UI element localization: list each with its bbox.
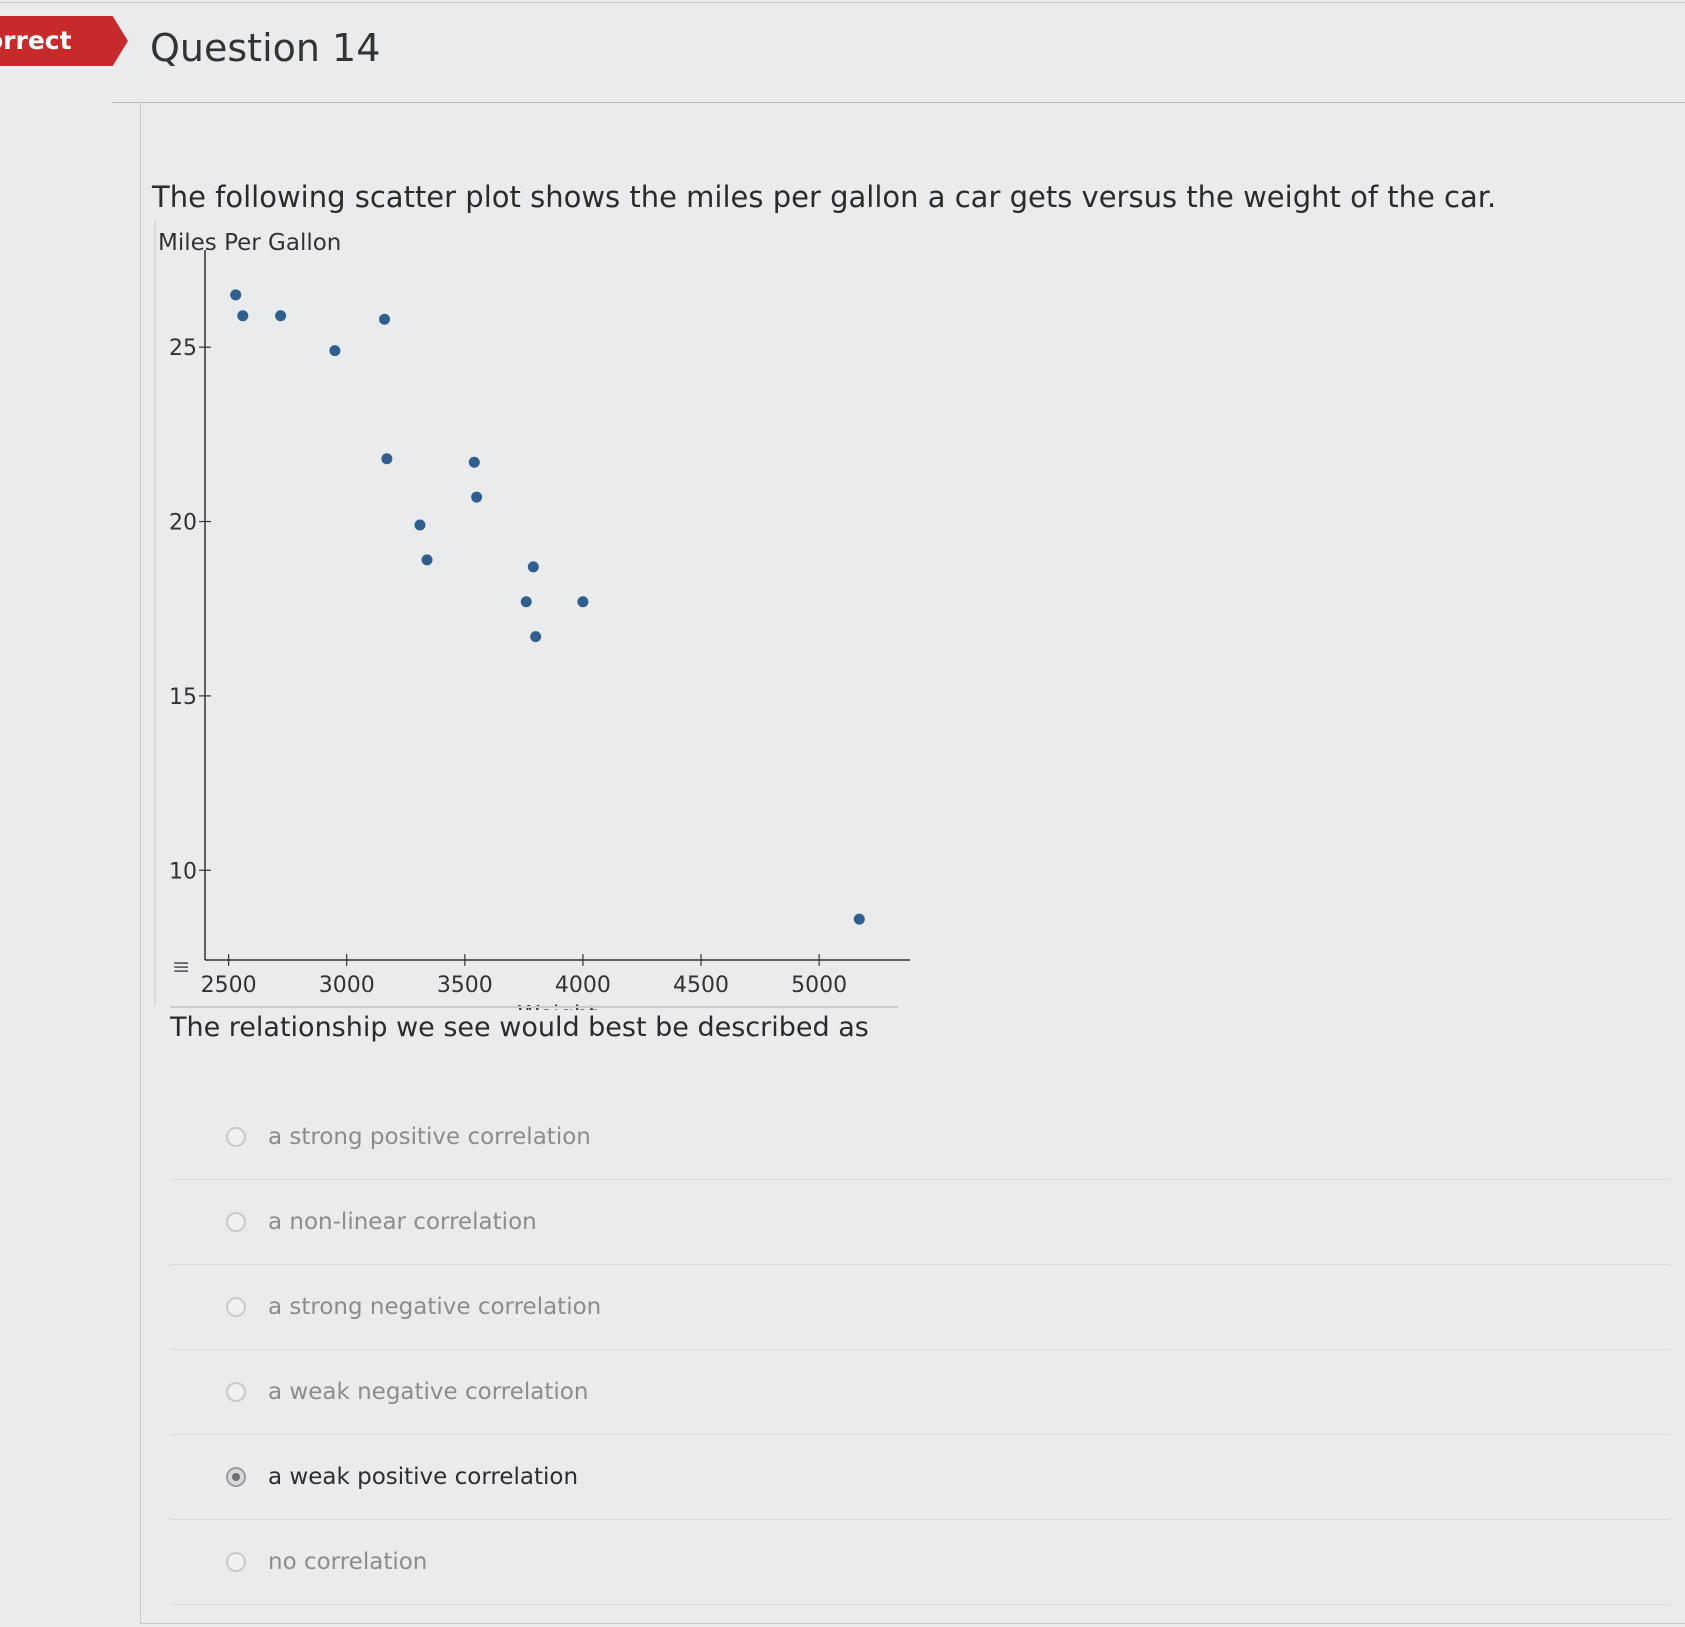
x-tick-label: 3000 [319,973,375,998]
x-tick-label: 4000 [555,973,611,998]
answer-option[interactable]: a non-linear correlation [170,1180,1670,1265]
top-divider [0,2,1685,3]
answer-option-label: a strong negative correlation [268,1294,602,1320]
menu-lines-icon[interactable]: ≡ [172,955,190,980]
answer-option[interactable]: no correlation [170,1520,1670,1605]
x-tick-label: 3500 [437,973,493,998]
data-point [230,289,242,301]
answer-option[interactable]: a weak positive correlation [170,1435,1670,1520]
data-point [471,491,483,503]
y-axis-label: Miles Per Gallon [158,230,341,256]
data-point [237,310,249,322]
question-title: Question 14 [150,26,381,70]
answer-option[interactable]: a strong positive correlation [170,1095,1670,1180]
data-point [468,456,480,468]
answer-option[interactable]: a weak negative correlation [170,1350,1670,1435]
data-point [527,561,539,573]
chart-svg: Miles Per Gallon 10 15 20 25 2500 3000 3500 4000… [154,220,910,1010]
radio-button[interactable] [226,1212,246,1232]
data-point [853,913,865,925]
data-point [577,596,589,608]
chart-divider [170,1006,898,1008]
answer-option-label: a non-linear correlation [268,1209,537,1235]
radio-button[interactable] [226,1297,246,1317]
answer-option-label: a weak positive correlation [268,1464,579,1490]
answer-option[interactable]: a strong negative correlation [170,1265,1670,1350]
x-tick-label: 5000 [791,973,847,998]
y-tick-label: 25 [169,336,197,361]
x-tick-label: 4500 [673,973,729,998]
answer-option-label: a strong positive correlation [268,1124,591,1150]
radio-button[interactable] [226,1467,246,1487]
data-point [381,453,393,465]
y-tick-label: 10 [169,859,197,884]
data-point [329,345,341,357]
answer-option-label: a weak negative correlation [268,1379,589,1405]
y-tick-label: 15 [169,685,197,710]
radio-button[interactable] [226,1382,246,1402]
data-point [379,313,391,325]
answer-option-label: no correlation [268,1549,428,1575]
data-point [414,519,426,531]
radio-button[interactable] [226,1552,246,1572]
data-point [520,596,532,608]
data-point [275,310,287,322]
answer-options: a strong positive correlation a non-linea… [170,1095,1670,1605]
data-point [530,631,542,643]
data-point [421,554,433,566]
question-text: The relationship we see would best be de… [170,1012,869,1043]
y-tick-label: 20 [169,511,197,536]
question-prompt: The following scatter plot shows the mil… [152,180,1497,214]
radio-button[interactable] [226,1127,246,1147]
status-badge: orrect [0,16,128,66]
x-tick-label: 2500 [201,973,257,998]
scatter-chart: Miles Per Gallon 10 15 20 25 2500 3000 3500 4000… [150,220,910,1010]
